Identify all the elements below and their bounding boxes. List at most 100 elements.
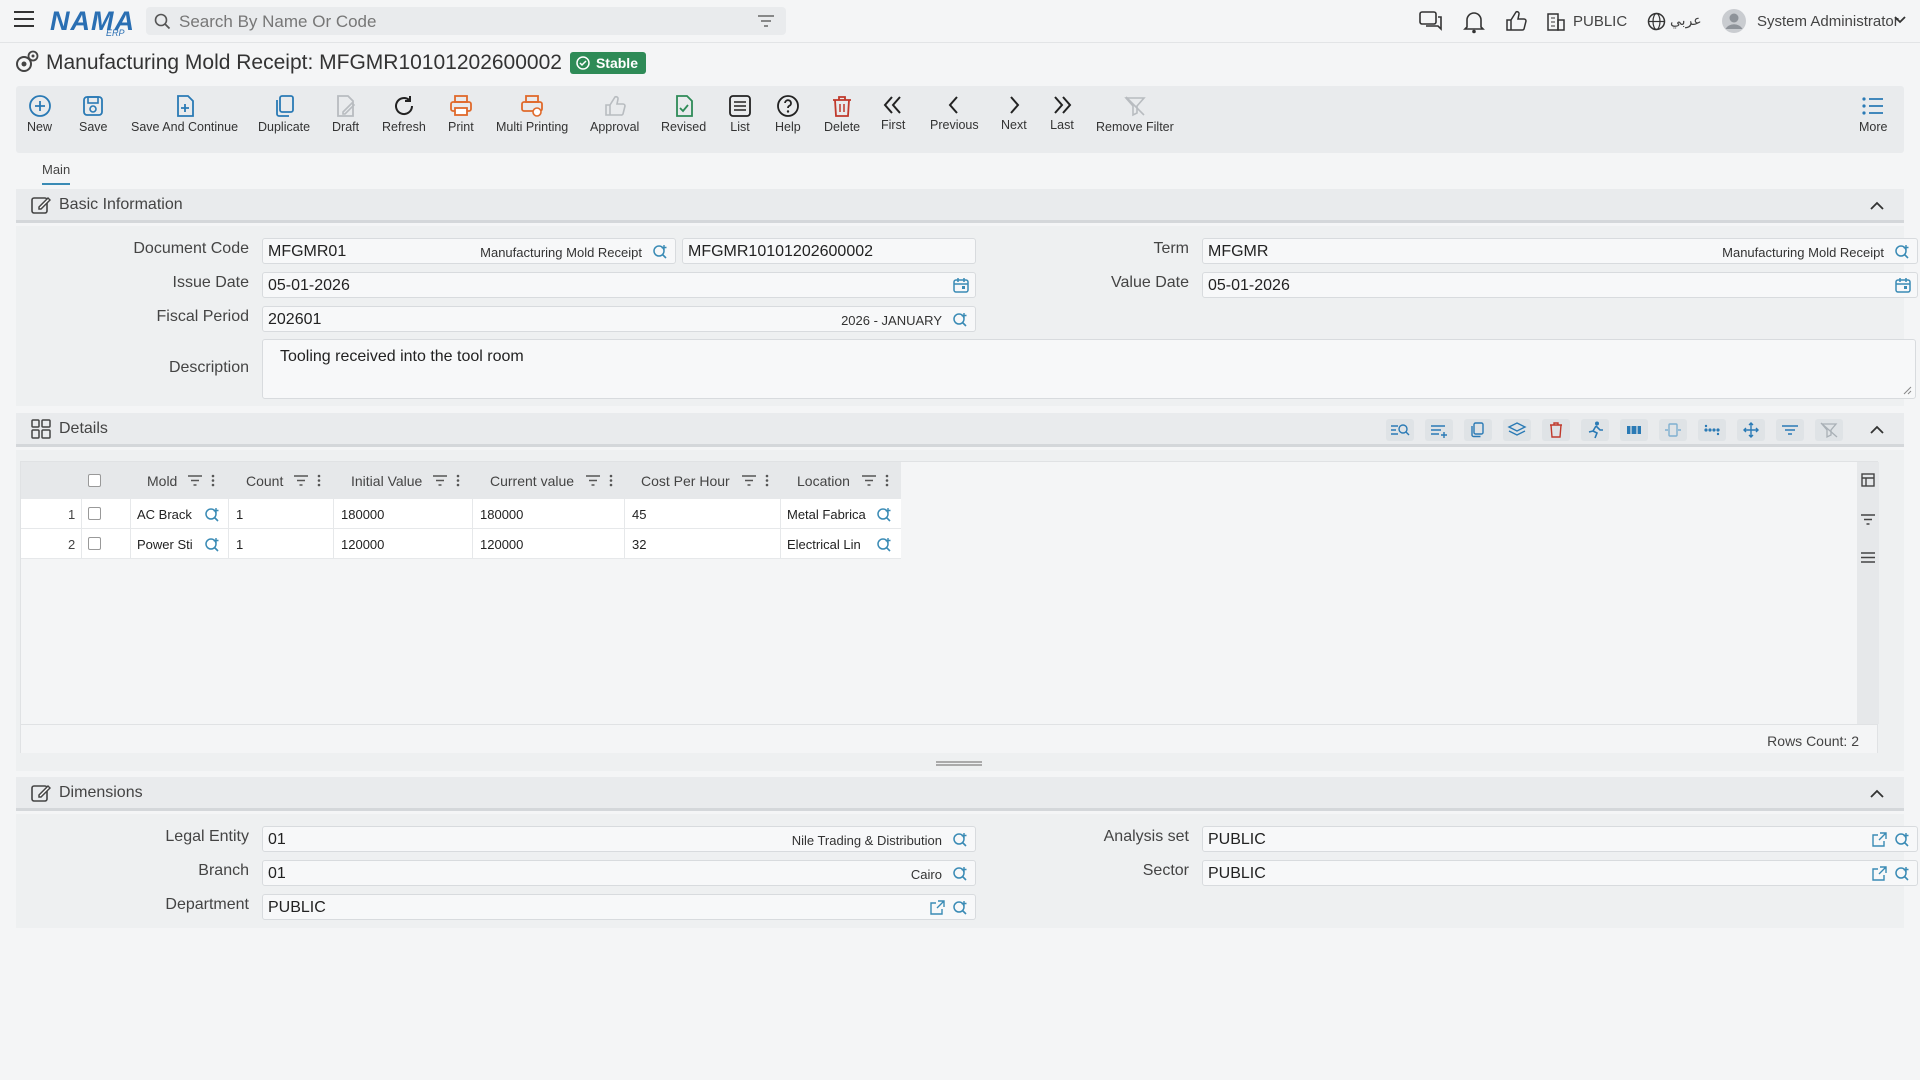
column-header-count[interactable]: Count (246, 473, 283, 489)
lookup-icon[interactable] (204, 536, 221, 553)
initial-value-cell[interactable]: 120000 (341, 537, 384, 552)
approval-button[interactable]: Approval (590, 94, 639, 134)
lookup-icon[interactable] (1894, 243, 1911, 260)
location-cell[interactable]: Electrical Lin (787, 537, 869, 552)
column-menu-icon[interactable] (456, 474, 460, 487)
external-link-icon[interactable] (1872, 832, 1887, 847)
current-value-cell[interactable]: 120000 (480, 537, 523, 552)
tab-main[interactable]: Main (42, 162, 71, 185)
previous-button[interactable]: Previous (930, 94, 979, 132)
dots-grid-icon[interactable] (1698, 419, 1726, 441)
cost-per-hour-cell[interactable]: 32 (632, 537, 646, 552)
legal-entity-field[interactable]: 01 Nile Trading & Distribution (262, 826, 976, 852)
last-button[interactable]: Last (1050, 94, 1074, 132)
run-icon[interactable] (1581, 419, 1609, 441)
mold-cell[interactable]: Power Sti (137, 537, 193, 552)
column-filter-icon[interactable] (433, 475, 447, 486)
column-header-mold[interactable]: Mold (147, 473, 177, 489)
column-filter-icon[interactable] (586, 475, 600, 486)
new-button[interactable]: New (27, 94, 52, 134)
resize-handle[interactable] (936, 761, 982, 766)
external-link-icon[interactable] (1872, 866, 1887, 881)
chat-icon[interactable] (1419, 11, 1443, 33)
select-all-checkbox[interactable] (88, 474, 101, 487)
zoom-lines-icon[interactable] (1386, 419, 1414, 441)
location-cell[interactable]: Metal Fabrica (787, 507, 869, 522)
row-checkbox[interactable] (88, 507, 101, 520)
sector-field[interactable]: PUBLIC (1202, 860, 1918, 886)
column-header-cost-per-hour[interactable]: Cost Per Hour (641, 473, 730, 489)
help-button[interactable]: Help (775, 94, 801, 134)
analysis-set-field[interactable]: PUBLIC (1202, 826, 1918, 852)
duplicate-button[interactable]: Duplicate (258, 94, 310, 134)
table-row[interactable]: 1 AC Brack 1 180000 180000 45 Metal Fabr… (21, 499, 901, 529)
column-filter-icon[interactable] (862, 475, 876, 486)
filter-icon[interactable] (758, 15, 774, 28)
org-label[interactable]: PUBLIC (1573, 13, 1627, 30)
lookup-icon[interactable] (952, 899, 969, 916)
first-button[interactable]: First (881, 94, 905, 132)
cost-per-hour-cell[interactable]: 45 (632, 507, 646, 522)
table-row[interactable]: 2 Power Sti 1 120000 120000 32 Electrica… (21, 529, 901, 559)
copy-row-icon[interactable] (1464, 419, 1492, 441)
grid-filter-icon[interactable] (1776, 419, 1804, 441)
save-and-continue-button[interactable]: Save And Continue (131, 94, 238, 134)
column-header-initial-value[interactable]: Initial Value (351, 473, 422, 489)
column-menu-icon[interactable] (609, 474, 613, 487)
column-filter-icon[interactable] (188, 475, 202, 486)
merge-columns-icon[interactable] (1620, 419, 1648, 441)
lookup-icon[interactable] (204, 506, 221, 523)
column-resize-icon[interactable] (1659, 419, 1687, 441)
resize-handle-icon[interactable] (1903, 386, 1912, 395)
calendar-icon[interactable] (953, 277, 969, 293)
column-filter-icon[interactable] (294, 475, 308, 486)
term-field[interactable]: MFGMR Manufacturing Mold Receipt (1202, 238, 1918, 264)
logo[interactable]: NAMA ERP (48, 4, 134, 38)
save-button[interactable]: Save (79, 94, 108, 134)
column-header-current-value[interactable]: Current value (490, 473, 574, 489)
revised-button[interactable]: Revised (661, 94, 706, 134)
column-menu-icon[interactable] (317, 474, 321, 487)
lookup-icon[interactable] (952, 865, 969, 882)
column-menu-icon[interactable] (765, 474, 769, 487)
remove-filter-button[interactable]: Remove Filter (1096, 94, 1174, 134)
chevron-up-icon[interactable] (1870, 201, 1884, 210)
delete-button[interactable]: Delete (824, 94, 860, 134)
thumbs-up-icon[interactable] (1505, 10, 1527, 32)
column-menu-icon[interactable] (211, 474, 215, 487)
issue-date-field[interactable]: 05-01-2026 (262, 272, 976, 298)
draft-button[interactable]: Draft (332, 94, 359, 134)
multi-printing-button[interactable]: Multi Printing (496, 94, 568, 134)
move-icon[interactable] (1737, 419, 1765, 441)
menu-icon[interactable] (14, 11, 34, 29)
value-date-field[interactable]: 05-01-2026 (1202, 272, 1918, 298)
chevron-down-icon[interactable] (1894, 16, 1906, 24)
add-row-icon[interactable] (1425, 419, 1453, 441)
refresh-button[interactable]: Refresh (382, 94, 426, 134)
avatar[interactable] (1722, 9, 1746, 33)
lookup-icon[interactable] (952, 311, 969, 328)
lookup-icon[interactable] (876, 506, 893, 523)
search-box[interactable]: Search By Name Or Code (146, 7, 786, 35)
chevron-up-icon[interactable] (1870, 425, 1884, 434)
mold-cell[interactable]: AC Brack (137, 507, 192, 522)
user-name[interactable]: System Administrator (1757, 13, 1899, 30)
column-filter-icon[interactable] (742, 475, 756, 486)
delete-row-icon[interactable] (1542, 419, 1570, 441)
chevron-up-icon[interactable] (1870, 789, 1884, 798)
layers-icon[interactable] (1503, 419, 1531, 441)
bell-icon[interactable] (1463, 10, 1485, 34)
count-cell[interactable]: 1 (236, 537, 243, 552)
current-value-cell[interactable]: 180000 (480, 507, 523, 522)
initial-value-cell[interactable]: 180000 (341, 507, 384, 522)
fiscal-period-field[interactable]: 202601 2026 - JANUARY (262, 306, 976, 332)
columns-panel-icon[interactable] (1861, 473, 1875, 487)
document-code-field[interactable]: MFGMR01 Manufacturing Mold Receipt (262, 238, 676, 264)
row-checkbox[interactable] (88, 537, 101, 550)
dimensions-header[interactable]: Dimensions (16, 777, 1904, 811)
column-header-location[interactable]: Location (797, 473, 850, 489)
print-button[interactable]: Print (448, 94, 474, 134)
menu-lines-icon[interactable] (1861, 552, 1875, 563)
calendar-icon[interactable] (1895, 277, 1911, 293)
lookup-icon[interactable] (1894, 865, 1911, 882)
